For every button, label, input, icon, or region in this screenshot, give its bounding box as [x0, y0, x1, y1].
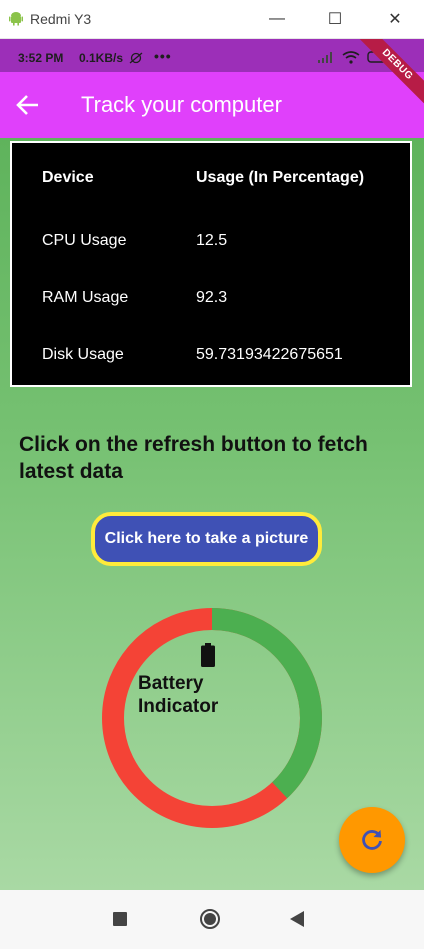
battery-status-icon: [367, 51, 390, 63]
battery-label-line1: Battery: [138, 673, 204, 694]
battery-indicator-label: Battery Indicator: [138, 672, 258, 718]
table-cell-usage: 92.3: [196, 289, 228, 306]
home-icon[interactable]: [199, 908, 221, 930]
android-icon: [9, 12, 23, 26]
status-bar: 3:52 PM 0.1KB/s •••: [0, 39, 424, 72]
back-arrow-icon[interactable]: [14, 91, 44, 119]
system-navigation-bar: [0, 890, 424, 949]
close-button[interactable]: ✕: [382, 6, 408, 32]
table-cell-usage: 59.73193422675651: [196, 346, 343, 363]
refresh-instruction-heading: Click on the refresh button to fetch lat…: [19, 433, 368, 483]
refresh-icon: [362, 830, 382, 850]
table-cell-device: Disk Usage: [42, 346, 124, 363]
back-nav-icon[interactable]: [289, 911, 305, 927]
status-time: 3:52 PM: [18, 51, 64, 65]
table-header-usage: Usage (In Percentage): [196, 169, 365, 186]
table-cell-usage: 12.5: [196, 232, 228, 249]
refresh-button[interactable]: [339, 807, 405, 873]
battery-icon: [201, 643, 215, 667]
main-content: Device Usage (In Percentage) CPU Usage 1…: [0, 138, 424, 890]
app-bar: Track your computer: [0, 72, 424, 138]
wifi-icon: [342, 51, 360, 64]
alarm-off-icon: [129, 52, 143, 64]
battery-label-line2: Indicator: [138, 696, 219, 717]
recent-apps-icon[interactable]: [113, 912, 127, 926]
minimize-button[interactable]: —: [264, 6, 290, 32]
take-picture-button[interactable]: Click here to take a picture: [91, 512, 322, 566]
more-notifications-icon: •••: [154, 48, 172, 64]
table-cell-device: CPU Usage: [42, 232, 127, 249]
network-speed: 0.1KB/s: [79, 51, 124, 65]
battery-gauge: [102, 608, 322, 828]
signal-icon: [318, 52, 332, 63]
page-title: Track your computer: [81, 92, 282, 117]
table-cell-device: RAM Usage: [42, 289, 129, 306]
window-title: Redmi Y3: [30, 11, 92, 27]
table-header-device: Device: [42, 169, 94, 186]
maximize-button[interactable]: ☐: [322, 6, 348, 32]
usage-table: Device Usage (In Percentage) CPU Usage 1…: [10, 141, 412, 387]
window-title-bar: Redmi Y3 — ☐ ✕: [0, 0, 424, 39]
